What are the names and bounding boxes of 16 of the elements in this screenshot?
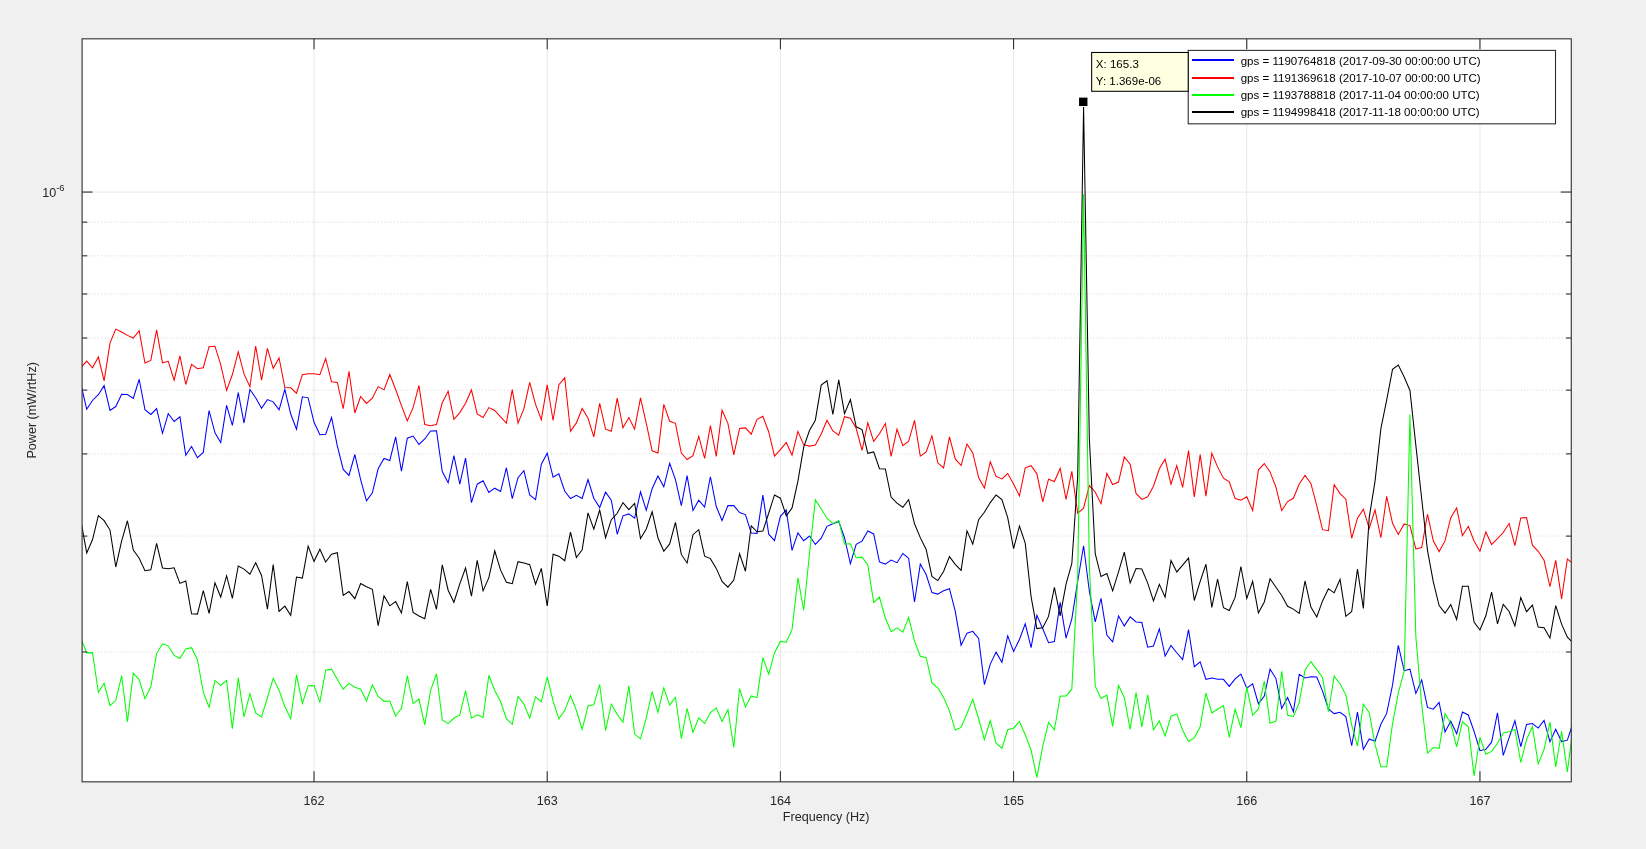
y-axis-label: Power (mW/rtHz) (24, 362, 39, 459)
x-tick-label: 165 (1003, 793, 1025, 808)
x-tick-label: 167 (1469, 793, 1491, 808)
datatip-marker-icon[interactable] (1079, 97, 1088, 106)
datatip-y-text: Y: 1.369e-06 (1095, 75, 1162, 87)
legend-label: gps = 1193788818 (2017-11-04 00:00:00 UTC) (1240, 89, 1480, 102)
legend-label: gps = 1194998418 (2017-11-18 00:00:00 UTC) (1240, 106, 1480, 119)
x-tick-label: 163 (536, 793, 558, 808)
y-tick-label: 10$^{-6}$ (42, 182, 65, 201)
x-axis-label: Frequency (Hz) (782, 809, 870, 824)
legend-label: gps = 1190764818 (2017-09-30 00:00:00 UTC) (1240, 54, 1481, 67)
x-tick-label: 164 (769, 793, 791, 808)
legend-label: gps = 1191369618 (2017-10-07 00:00:00 UTC) (1240, 71, 1481, 84)
x-tick-label: 166 (1236, 793, 1258, 808)
datatip-x-text: X: 165.3 (1095, 58, 1139, 71)
x-tick-label: 162 (303, 793, 325, 808)
